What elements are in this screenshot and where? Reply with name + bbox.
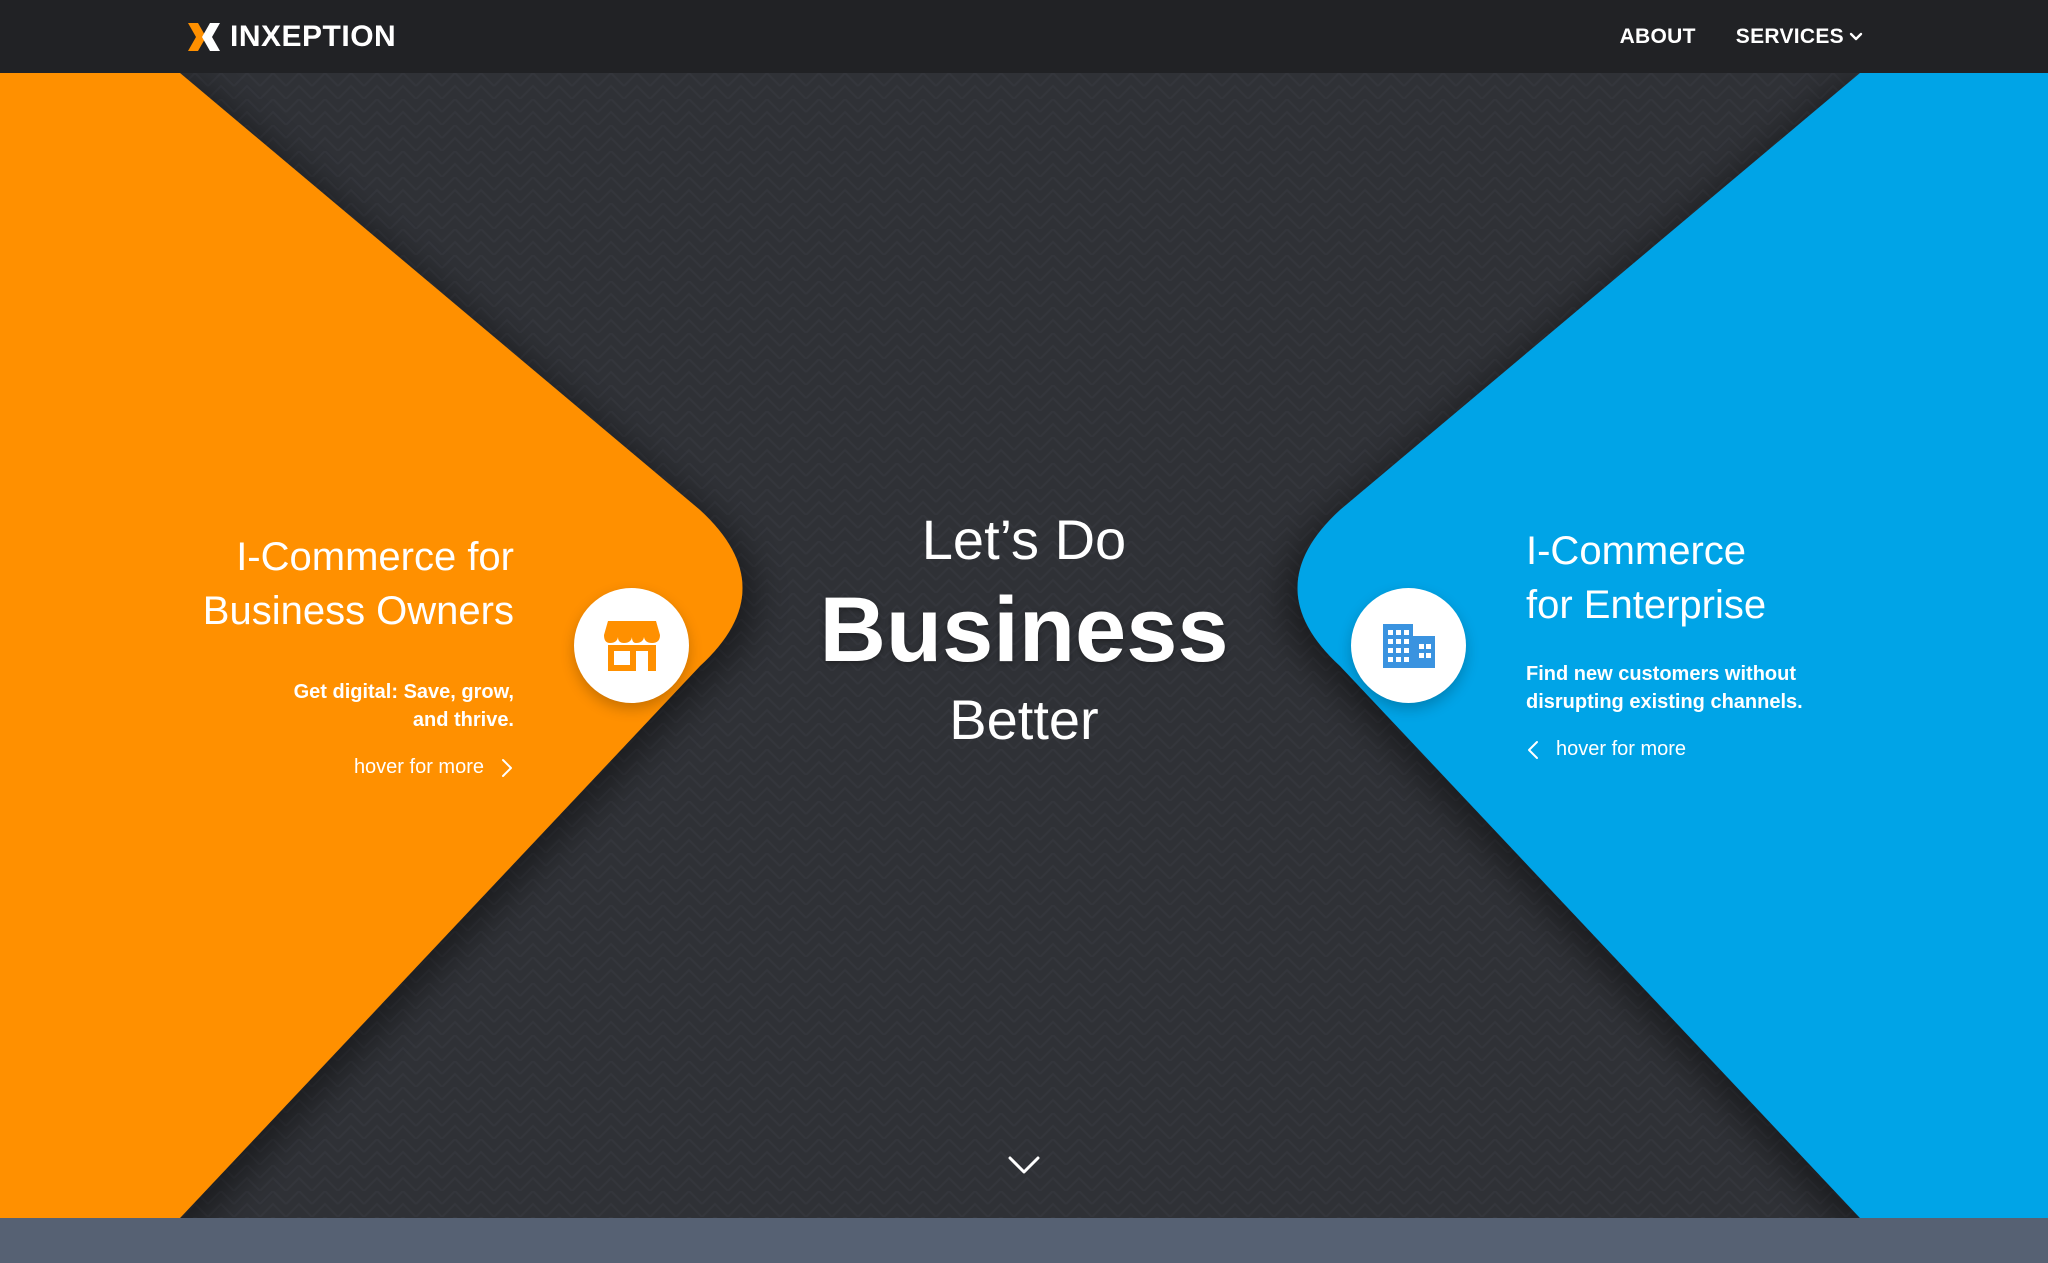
scroll-down-chevron-icon[interactable] — [1006, 1152, 1042, 1178]
logo-link[interactable]: INXEPTION — [186, 18, 396, 55]
nav-about[interactable]: ABOUT — [1620, 25, 1696, 49]
enterprise-desc-line2: disrupting existing channels. — [1526, 691, 1803, 713]
page: INXEPTION ABOUT SERVICES I-Commerce for … — [0, 0, 2048, 1263]
enterprise-desc-line1: Find new customers without — [1526, 663, 1797, 685]
inxeption-logo-icon — [188, 22, 220, 51]
next-section-strip — [0, 1218, 2048, 1263]
nav-services-label: SERVICES — [1735, 24, 1844, 48]
chevron-right-icon — [502, 758, 512, 777]
headline-line-2: Business — [819, 579, 1229, 681]
business-owners-title: I-Commerce for Business Owners — [120, 530, 514, 638]
enterprise-title: I-Commerce for Enterprise — [1526, 524, 1946, 632]
headline-line-3: Better — [949, 688, 1099, 751]
enterprise-description: Find new customers without disrupting ex… — [1526, 660, 1946, 716]
hero-headline: Let’s Do Business Better — [724, 505, 1324, 755]
business-owners-description: Get digital: Save, grow, and thrive. — [120, 678, 514, 734]
business-owners-hover-link[interactable]: hover for more — [354, 756, 514, 779]
business-owners-desc-line1: Get digital: Save, grow, — [293, 681, 514, 703]
enterprise-title-line2: for Enterprise — [1526, 583, 1767, 627]
nav-services[interactable]: SERVICES — [1736, 25, 1864, 49]
enterprise-hover-text: hover for more — [1556, 738, 1687, 760]
building-icon — [1382, 623, 1435, 668]
enterprise-block: I-Commerce for Enterprise Find new custo… — [1526, 524, 1946, 766]
business-owners-title-line2: Business Owners — [202, 589, 514, 633]
storefront-icon — [603, 620, 660, 671]
chevron-left-icon — [1528, 740, 1538, 759]
top-navbar: INXEPTION ABOUT SERVICES — [0, 0, 2048, 73]
logo-text: INXEPTION — [230, 19, 397, 53]
business-owners-block: I-Commerce for Business Owners Get digit… — [120, 530, 514, 779]
hero-section: I-Commerce for Business Owners Get digit… — [0, 73, 2048, 1218]
nav-about-label: ABOUT — [1619, 24, 1696, 48]
business-owners-hover-text: hover for more — [353, 756, 484, 778]
headline-line-1: Let’s Do — [921, 508, 1127, 571]
enterprise-hover-link[interactable]: hover for more — [1526, 738, 1686, 761]
enterprise-title-line1: I-Commerce — [1526, 529, 1747, 573]
main-nav: ABOUT SERVICES — [1580, 0, 1864, 73]
chevron-down-icon — [1849, 32, 1863, 40]
business-owners-title-line1: I-Commerce for — [236, 535, 514, 579]
storefront-icon-circle[interactable] — [574, 588, 689, 703]
building-icon-circle[interactable] — [1351, 588, 1466, 703]
business-owners-desc-line2: and thrive. — [412, 709, 514, 731]
